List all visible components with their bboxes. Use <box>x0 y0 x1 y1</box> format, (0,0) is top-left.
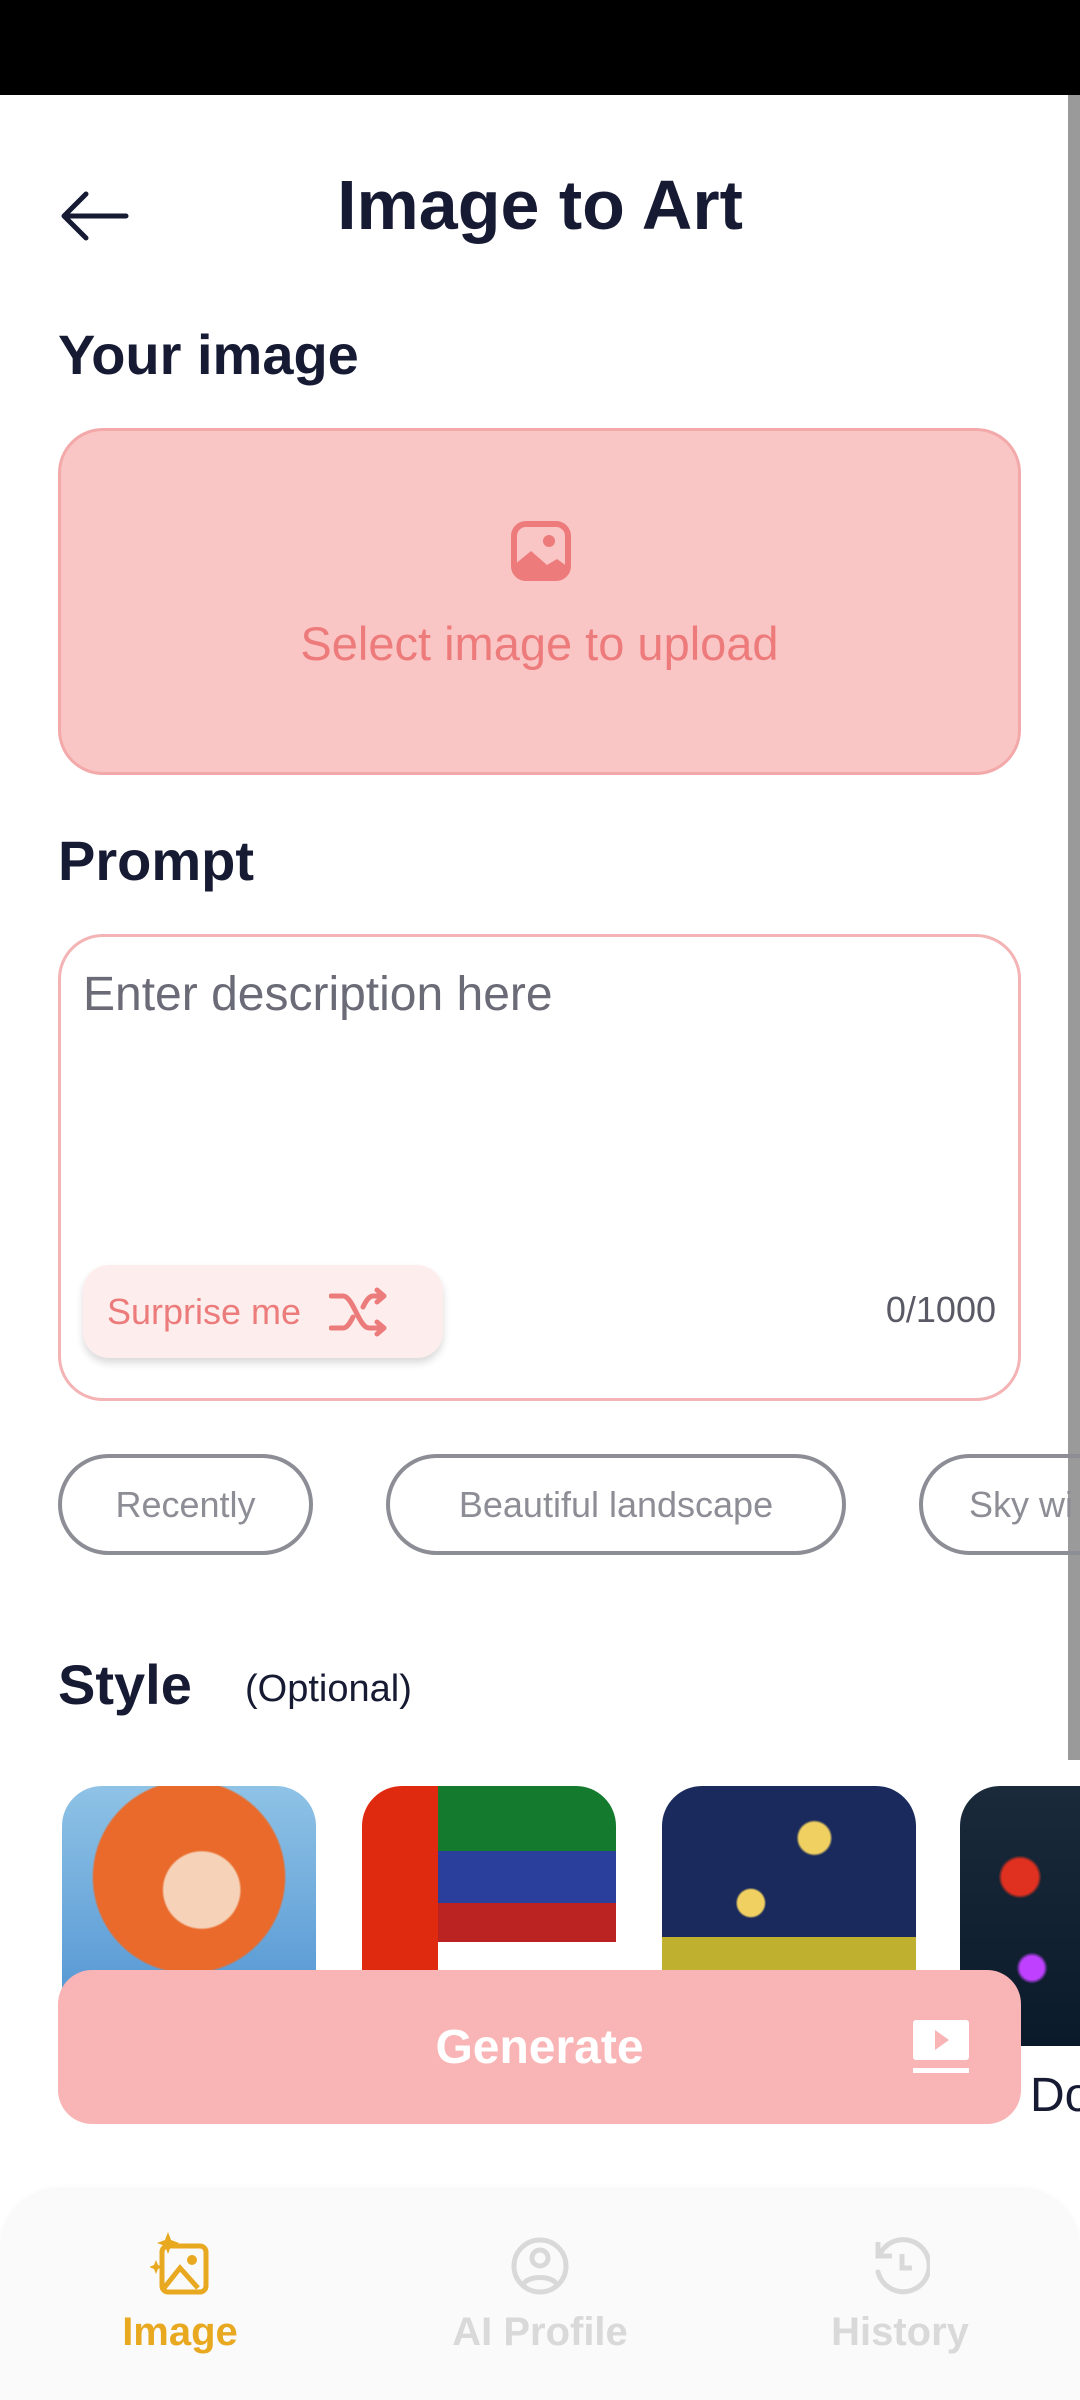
nav-label: AI Profile <box>452 2310 628 2354</box>
chip-label: Recently <box>115 1483 256 1525</box>
your-image-heading: Your image <box>58 323 359 386</box>
upload-image-area[interactable]: Select image to upload <box>58 428 1021 775</box>
bottom-nav: Image AI Profile History <box>0 2190 1080 2400</box>
suggestion-chip[interactable]: Recently <box>58 1454 313 1555</box>
page-title: Image to Art <box>337 166 743 244</box>
suggestion-chip[interactable]: Beautiful landscape <box>386 1454 846 1555</box>
shuffle-icon <box>329 1287 387 1336</box>
nav-item-history[interactable]: History <box>720 2190 1080 2400</box>
upload-label: Select image to upload <box>300 617 779 670</box>
user-circle-icon <box>511 2237 569 2295</box>
image-sparkle-icon <box>150 2232 209 2295</box>
prompt-heading: Prompt <box>58 829 254 892</box>
prompt-input[interactable]: Enter description here Surprise me 0/100… <box>58 934 1021 1401</box>
generate-button[interactable]: Generate <box>58 1970 1021 2124</box>
history-icon <box>875 2237 930 2295</box>
surprise-label: Surprise me <box>107 1290 302 1332</box>
image-icon <box>511 521 571 581</box>
status-bar <box>0 0 1080 95</box>
style-label: Do <box>1030 2069 1080 2122</box>
prompt-placeholder: Enter description here <box>83 968 553 1021</box>
nav-item-image[interactable]: Image <box>0 2190 360 2400</box>
chip-label: Beautiful landscape <box>458 1483 774 1525</box>
nav-item-ai-profile[interactable]: AI Profile <box>360 2190 720 2400</box>
optional-label: (Optional) <box>245 1668 412 1710</box>
surprise-me-button[interactable]: Surprise me <box>83 1265 443 1358</box>
play-ad-icon <box>913 2020 969 2073</box>
nav-label: History <box>831 2310 969 2354</box>
nav-label: Image <box>122 2310 238 2354</box>
chip-label: Sky wi <box>969 1483 1074 1525</box>
suggestion-chip[interactable]: Sky wi <box>919 1454 1080 1555</box>
generate-label: Generate <box>435 2020 644 2074</box>
character-counter: 0/1000 <box>885 1289 996 1330</box>
style-heading: Style <box>58 1653 192 1716</box>
